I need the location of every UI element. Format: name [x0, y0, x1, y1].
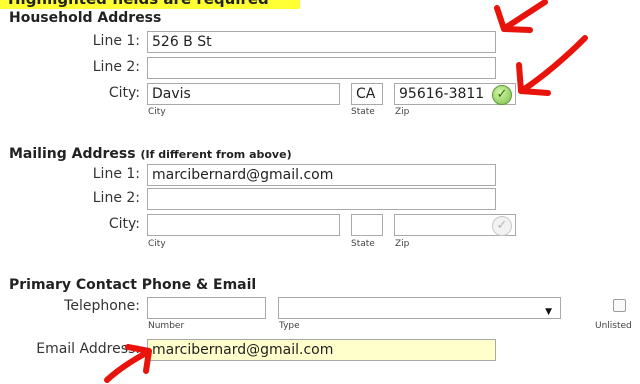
arrow-to-email-icon [104, 344, 152, 383]
annotation-arrows [104, 0, 588, 383]
arrow-to-zip-icon [516, 35, 588, 96]
arrow-to-line1-icon [494, 0, 548, 33]
